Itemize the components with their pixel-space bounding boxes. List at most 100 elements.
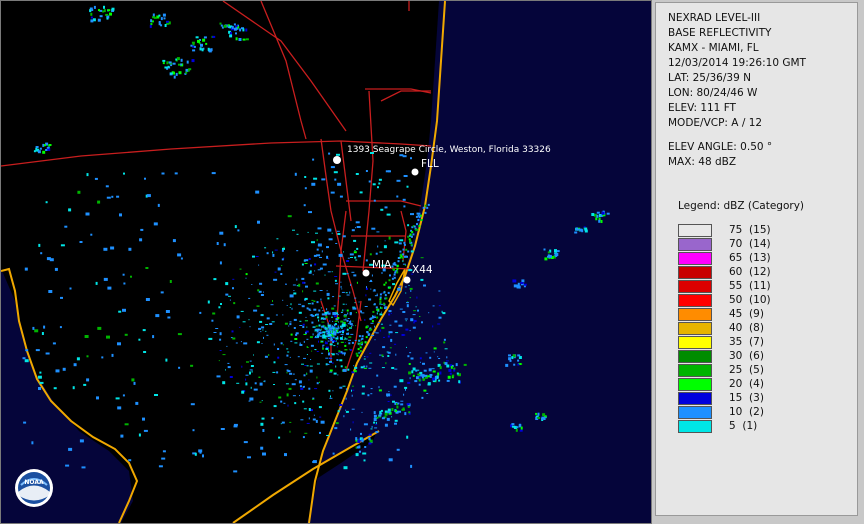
echo-pixel xyxy=(405,248,408,251)
echo-pixel xyxy=(291,307,293,310)
x44-marker[interactable] xyxy=(403,276,411,284)
address-marker[interactable] xyxy=(333,156,341,164)
echo-pixel xyxy=(444,348,448,350)
echo-pixel xyxy=(130,275,132,278)
echo-pixel xyxy=(311,241,315,244)
mia-marker[interactable] xyxy=(362,269,370,277)
echo-pixel xyxy=(284,322,288,325)
echo-pixel xyxy=(90,233,93,236)
legend-item: 60 (12) xyxy=(678,266,828,280)
echo-pixel xyxy=(90,16,93,19)
echo-pixel xyxy=(152,335,155,339)
echo-pixel xyxy=(437,372,440,376)
echo-pixel xyxy=(555,254,558,257)
legend-swatch xyxy=(678,224,712,237)
echo-pixel xyxy=(180,257,183,260)
echo-pixel xyxy=(174,172,178,175)
echo-pixel xyxy=(247,456,251,459)
echo-pixel xyxy=(232,287,234,290)
echo-pixel xyxy=(262,429,265,432)
echo-pixel xyxy=(443,338,446,341)
echo-pixel xyxy=(332,341,335,343)
echo-pixel xyxy=(356,247,359,250)
echo-pixel xyxy=(378,178,382,181)
echo-pixel xyxy=(304,176,307,178)
echo-pixel xyxy=(348,336,352,338)
echo-pixel xyxy=(418,383,421,386)
echo-pixel xyxy=(371,227,376,230)
echo-pixel xyxy=(24,267,28,271)
echo-pixel xyxy=(420,257,424,259)
echo-pixel xyxy=(188,68,192,71)
echo-pixel xyxy=(340,351,343,354)
echo-pixel xyxy=(120,434,124,438)
echo-pixel xyxy=(306,354,308,355)
echo-pixel xyxy=(319,431,321,434)
echo-pixel xyxy=(394,320,398,323)
echo-pixel xyxy=(547,251,550,254)
echo-pixel xyxy=(402,198,406,201)
echo-pixel xyxy=(175,72,178,76)
echo-pixel xyxy=(330,339,333,342)
echo-pixel xyxy=(316,376,318,379)
echo-pixel xyxy=(378,414,382,417)
echo-pixel xyxy=(314,388,318,390)
radar-map[interactable]: 1393 Seagrape Circle, Weston, Florida 33… xyxy=(1,1,651,523)
legend-item: 75 (15) xyxy=(678,224,828,238)
echo-pixel xyxy=(294,338,298,340)
echo-pixel xyxy=(322,347,324,350)
echo-pixel xyxy=(326,292,330,296)
echo-pixel xyxy=(343,251,344,253)
echo-pixel xyxy=(315,314,316,317)
echo-pixel xyxy=(163,17,166,20)
echo-pixel xyxy=(260,446,264,450)
echo-pixel xyxy=(388,458,393,462)
echo-pixel xyxy=(405,292,407,294)
echo-pixel xyxy=(306,365,309,367)
echo-pixel xyxy=(111,195,114,198)
echo-pixel xyxy=(281,258,284,261)
echo-pixel xyxy=(339,386,343,389)
echo-pixel xyxy=(299,395,300,397)
echo-pixel xyxy=(276,238,279,240)
echo-pixel xyxy=(191,41,195,44)
echo-pixel xyxy=(438,290,441,292)
echo-pixel xyxy=(353,370,357,373)
echo-pixel xyxy=(517,359,520,362)
radar-map-panel[interactable]: 1393 Seagrape Circle, Weston, Florida 33… xyxy=(0,0,652,524)
echo-pixel xyxy=(229,299,231,301)
echo-pixel xyxy=(319,267,323,270)
echo-pixel xyxy=(324,311,328,314)
echo-pixel xyxy=(416,376,419,380)
echo-pixel xyxy=(424,204,427,207)
echo-pixel xyxy=(408,411,411,414)
echo-pixel xyxy=(308,379,310,381)
echo-pixel xyxy=(346,294,350,296)
echo-pixel xyxy=(319,290,323,291)
echo-pixel xyxy=(242,28,245,32)
echo-pixel xyxy=(416,296,418,299)
echo-pixel xyxy=(357,440,361,443)
echo-pixel xyxy=(393,273,396,276)
echo-pixel xyxy=(301,263,304,266)
echo-pixel xyxy=(110,246,115,250)
echo-pixel xyxy=(317,227,322,230)
echo-pixel xyxy=(418,378,421,382)
echo-pixel xyxy=(388,331,393,334)
echo-pixel xyxy=(213,278,217,281)
echo-pixel xyxy=(207,300,210,304)
fll-marker[interactable] xyxy=(411,168,419,176)
echo-pixel xyxy=(150,23,153,26)
echo-pixel xyxy=(306,347,309,348)
echo-pixel xyxy=(337,326,339,328)
echo-pixel xyxy=(332,452,335,455)
legend-item: 5 (1) xyxy=(678,420,828,434)
echo-pixel xyxy=(349,312,352,316)
echo-pixel xyxy=(365,326,368,329)
echo-pixel xyxy=(60,296,63,299)
echo-pixel xyxy=(518,356,522,359)
echo-pixel xyxy=(260,331,262,333)
echo-pixel xyxy=(429,356,432,359)
echo-pixel xyxy=(259,282,263,285)
echo-pixel xyxy=(406,403,410,406)
